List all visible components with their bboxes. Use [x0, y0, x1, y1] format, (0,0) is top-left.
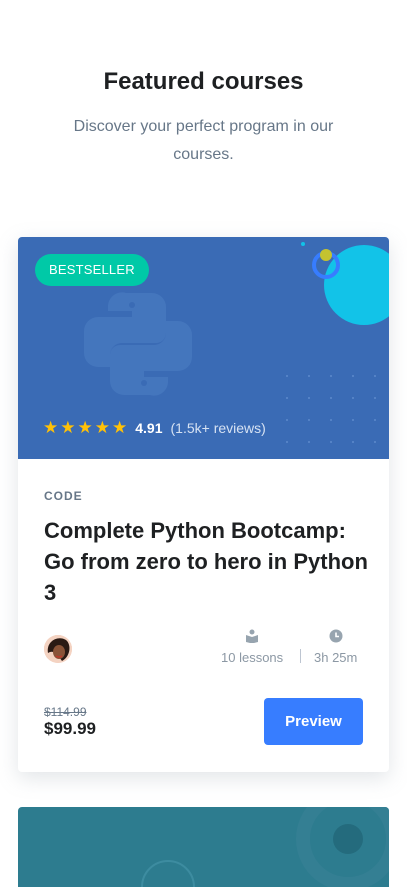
book-icon	[221, 629, 283, 645]
course-duration: 3h 25m	[314, 629, 357, 665]
instructor-avatar[interactable]	[44, 635, 72, 663]
next-course-card[interactable]	[18, 807, 389, 887]
course-category[interactable]: CODE	[44, 489, 83, 503]
duration-label: 3h 25m	[314, 650, 358, 665]
dot-pattern	[286, 375, 376, 443]
decorative-shapes	[301, 242, 389, 325]
star-icon: ★	[94, 418, 110, 437]
clock-icon	[314, 629, 357, 645]
star-icon: ★	[112, 418, 128, 437]
meta-divider	[300, 649, 301, 663]
lessons-label: 10 lessons	[221, 650, 284, 665]
lessons-count: 10 lessons	[221, 629, 283, 665]
next-card-decoration	[141, 807, 389, 887]
current-price: $99.99	[44, 719, 96, 738]
course-card[interactable]: BESTSELLER ★ ★ ★ ★ ★ 4.91 (1.5k+ reviews…	[18, 237, 389, 772]
course-rating: ★ ★ ★ ★ ★ 4.91 (1.5k+ reviews)	[43, 419, 266, 436]
preview-button[interactable]: Preview	[264, 698, 363, 745]
original-price: $114.99	[44, 705, 87, 719]
bestseller-badge: BESTSELLER	[35, 254, 149, 286]
star-icon: ★	[60, 418, 76, 437]
course-title[interactable]: Complete Python Bootcamp: Go from zero t…	[44, 515, 374, 608]
star-icon: ★	[43, 418, 59, 437]
section-subtitle: Discover your perfect program in our cou…	[73, 118, 334, 163]
star-icon: ★	[77, 418, 93, 437]
section-title: Featured courses	[103, 68, 304, 95]
rating-stars: ★ ★ ★ ★ ★	[43, 419, 127, 436]
rating-score: 4.91	[135, 419, 163, 436]
avatar-image	[44, 635, 72, 663]
python-logo-icon	[84, 292, 192, 396]
rating-reviews: (1.5k+ reviews)	[170, 419, 266, 436]
course-banner[interactable]: BESTSELLER ★ ★ ★ ★ ★ 4.91 (1.5k+ reviews…	[18, 237, 389, 459]
